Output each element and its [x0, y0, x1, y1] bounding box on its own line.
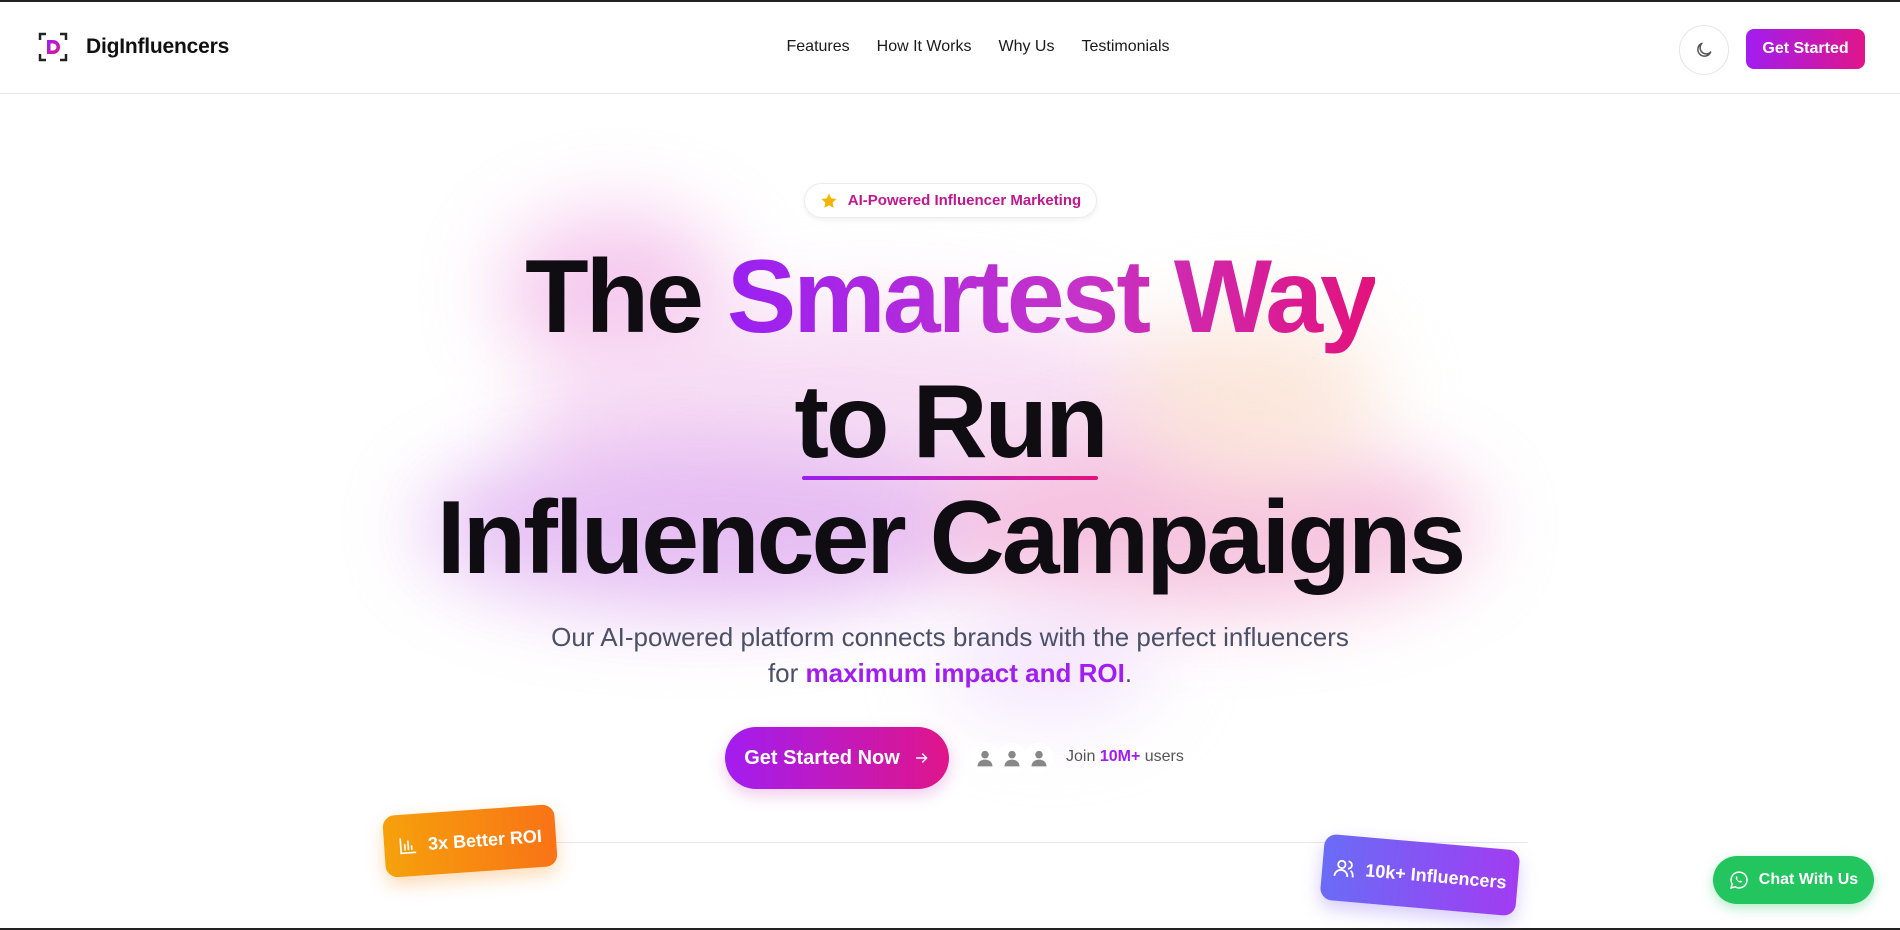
hero-subtext-line-2: for maximum impact and ROI. [0, 655, 1900, 691]
headline-line-2: to Run [794, 364, 1108, 480]
whatsapp-icon [1729, 871, 1748, 889]
bar-chart-icon [399, 838, 417, 855]
user-icon [1004, 750, 1020, 767]
arrow-right-icon [915, 753, 928, 763]
nav-link-testimonials[interactable]: Testimonials [1081, 38, 1169, 56]
headline-plain: The [525, 239, 704, 355]
logo-icon [38, 32, 68, 62]
headline-gradient: Smartest Way [726, 239, 1378, 355]
chat-label: Chat With Us [1758, 871, 1859, 888]
avatar [970, 743, 1000, 773]
theme-toggle-button[interactable] [1679, 25, 1729, 75]
get-started-button[interactable]: Get Started [1746, 29, 1865, 69]
subtext-highlight: maximum impact and ROI [805, 658, 1125, 688]
roi-card: 3x Better ROI [382, 804, 558, 878]
subtext-suffix: . [1124, 658, 1133, 688]
nav-link-features[interactable]: Features [787, 38, 850, 56]
avatar [997, 743, 1027, 773]
nav-link-why-us[interactable]: Why Us [998, 38, 1054, 56]
user-icon [977, 750, 993, 767]
subtext-prefix: for [767, 658, 799, 688]
headline-line-1: The Smartest Way [0, 245, 1900, 349]
users-icon [1333, 859, 1354, 878]
roi-card-label: 3x Better ROI [427, 825, 543, 854]
influencers-card: 10k+ Influencers [1319, 833, 1521, 917]
join-suffix: users [1144, 748, 1184, 765]
moon-icon [1697, 42, 1712, 57]
influencers-card-label: 10k+ Influencers [1364, 859, 1508, 893]
chat-with-us-button[interactable]: Chat With Us [1713, 856, 1874, 904]
brand-name: DigInfluencers [86, 35, 230, 58]
avatar [1024, 743, 1054, 773]
main-nav: Features How It Works Why Us Testimonial… [0, 38, 1900, 56]
star-icon [821, 193, 837, 208]
join-prefix: Join [1066, 748, 1096, 765]
user-icon [1031, 750, 1047, 767]
join-users-text: Join 10M+ users [1066, 748, 1184, 766]
hero-badge: AI-Powered Influencer Marketing [804, 183, 1097, 218]
brand-logo[interactable]: DigInfluencers [38, 32, 229, 62]
nav-link-how-it-works[interactable]: How It Works [877, 38, 972, 56]
site-header: DigInfluencers Features How It Works Why… [0, 2, 1900, 94]
user-avatars [970, 743, 1054, 773]
headline-line-3: Influencer Campaigns [436, 480, 1466, 596]
join-count: 10M+ [1099, 748, 1141, 765]
hero-subtext-line-1: Our AI-powered platform connects brands … [551, 622, 1349, 652]
badge-label: AI-Powered Influencer Marketing [847, 192, 1082, 209]
get-started-now-button[interactable]: Get Started Now [725, 727, 949, 789]
cta-label: Get Started Now [744, 746, 900, 769]
